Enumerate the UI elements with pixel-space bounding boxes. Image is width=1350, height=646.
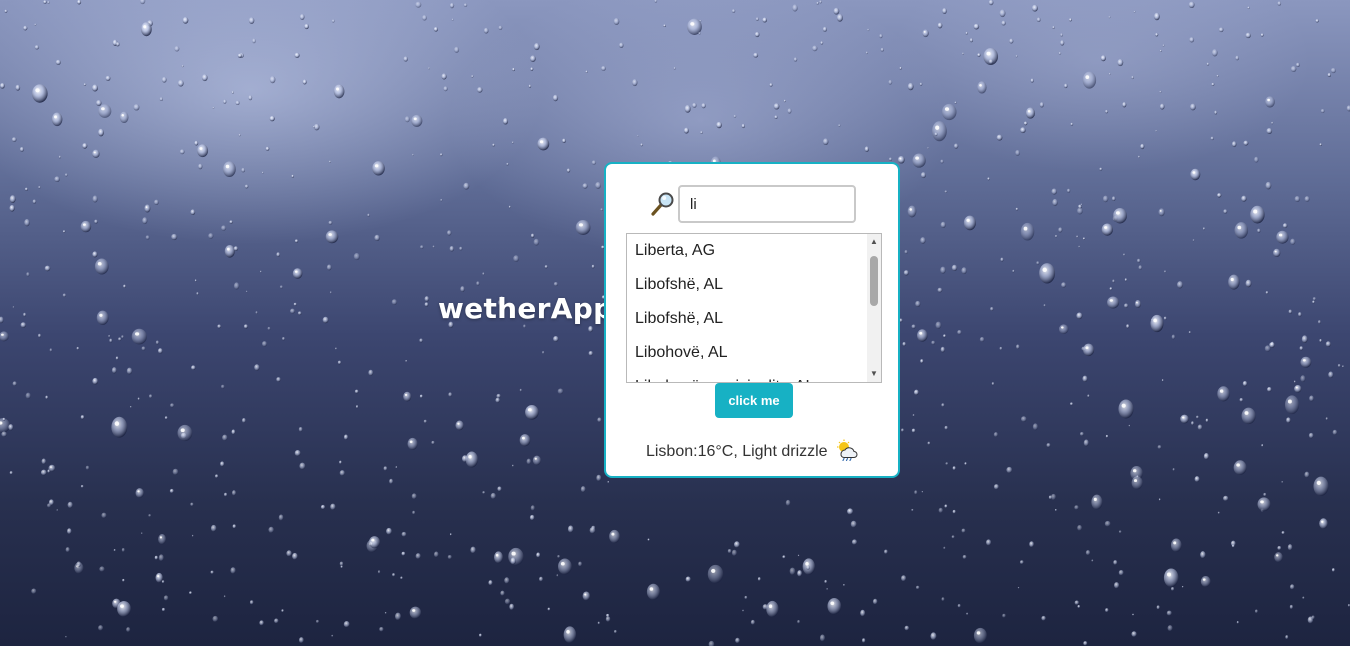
suggestion-items: Liberta, AG Libofshë, AL Libofshë, AL Li…: [627, 234, 867, 382]
suggestion-item[interactable]: Libofshë, AL: [627, 302, 867, 336]
weather-summary: Lisbon:16°C, Light drizzle: [645, 443, 828, 460]
weather-result: Lisbon:16°C, Light drizzle: [606, 439, 898, 461]
scroll-thumb[interactable]: [870, 256, 878, 306]
drizzle-cloud-icon: [837, 439, 858, 461]
weather-card: Liberta, AG Libofshë, AL Libofshë, AL Li…: [604, 162, 900, 478]
suggestion-item[interactable]: Libofshë, AL: [627, 268, 867, 302]
scroll-up-arrow-icon[interactable]: ▲: [867, 235, 881, 249]
app-title: wetherApp: [438, 292, 614, 325]
suggestion-item[interactable]: Liberta, AG: [627, 234, 867, 268]
city-suggestion-list[interactable]: Liberta, AG Libofshë, AL Libofshë, AL Li…: [626, 233, 882, 383]
suggestion-scrollbar[interactable]: ▲ ▼: [867, 234, 881, 382]
click-me-button[interactable]: click me: [715, 383, 793, 418]
scroll-down-arrow-icon[interactable]: ▼: [867, 367, 881, 381]
suggestion-item[interactable]: Libohovë, AL: [627, 336, 867, 370]
suggestion-item[interactable]: Libohovë municipality, AL: [627, 370, 867, 382]
app-background: wetherApp Liberta, AG Libofshë, AL Libof…: [0, 0, 1350, 646]
magnifier-icon: [651, 192, 674, 216]
city-search-input[interactable]: [678, 185, 856, 223]
